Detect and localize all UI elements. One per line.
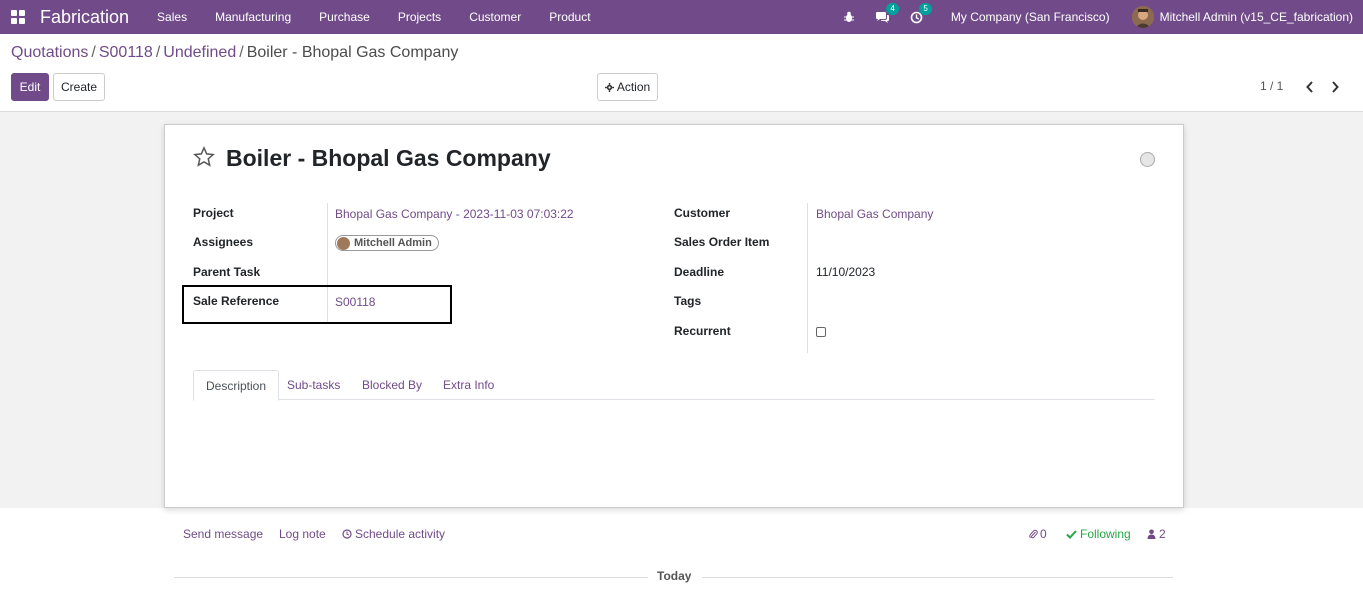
log-note-button[interactable]: Log note [279, 527, 326, 541]
bug-icon[interactable] [843, 11, 855, 23]
customer-label: Customer [674, 206, 731, 220]
user-icon [1147, 529, 1156, 539]
menu-product[interactable]: Product [549, 10, 590, 24]
form-sheet: Boiler - Bhopal Gas Company Project Bhop… [164, 124, 1184, 508]
schedule-activity-label: Schedule activity [355, 527, 446, 541]
assignees-label: Assignees [193, 235, 254, 249]
user-menu[interactable]: Mitchell Admin (v15_CE_fabrication) [1160, 10, 1353, 24]
breadcrumb-current: Boiler - Bhopal Gas Company [246, 44, 459, 61]
breadcrumb: Quotations / S00118/Undefined / Boiler - Bho… [11, 44, 459, 61]
chevron-left-icon[interactable] [1302, 78, 1318, 96]
sales-order-item-label: Sales Order Item [674, 235, 770, 249]
top-navbar: Fabrication Sales Manufacturing Purchase… [0, 0, 1363, 34]
pager-value[interactable]: 1 / 1 [1260, 79, 1283, 93]
tab-blocked-by[interactable]: Blocked By [350, 370, 434, 400]
create-button[interactable]: Create [53, 73, 105, 101]
messages-count-badge: 4 [886, 2, 899, 15]
check-icon [1066, 529, 1077, 539]
assignee-name: Mitchell Admin [354, 237, 432, 249]
menu-manufacturing[interactable]: Manufacturing [215, 10, 291, 24]
tab-description[interactable]: Description [193, 370, 280, 401]
project-field[interactable]: Bhopal Gas Company - 2023-11-03 07:03:22 [335, 207, 574, 221]
breadcrumb-quotations[interactable]: Quotations [11, 44, 88, 61]
company-switcher[interactable]: My Company (San Francisco) [951, 10, 1110, 24]
schedule-activity-button[interactable]: Schedule activity [342, 527, 445, 541]
deadline-field[interactable]: 11/10/2023 [816, 265, 875, 279]
record-title[interactable]: Boiler - Bhopal Gas Company [226, 145, 551, 172]
clock-icon [342, 529, 352, 539]
project-label: Project [193, 206, 234, 220]
attachments-count: 0 [1040, 527, 1047, 541]
assignee-avatar [337, 236, 350, 250]
deadline-label: Deadline [674, 265, 725, 279]
tags-label: Tags [674, 294, 702, 308]
attachments-button[interactable]: 0 [1029, 527, 1047, 541]
activities-count-badge: 5 [919, 2, 932, 15]
today-divider-right [702, 577, 1173, 578]
recurrent-checkbox[interactable] [816, 327, 826, 337]
recurrent-label: Recurrent [674, 324, 731, 338]
followers-button[interactable]: 2 [1147, 527, 1166, 541]
edit-button[interactable]: Edit [11, 73, 49, 101]
apps-icon[interactable] [11, 10, 25, 24]
assignee-tag[interactable]: Mitchell Admin [335, 235, 439, 251]
today-divider-left [174, 577, 648, 578]
tab-sub-tasks[interactable]: Sub-tasks [275, 370, 352, 400]
parent-task-label: Parent Task [193, 265, 261, 279]
customer-field[interactable]: Bhopal Gas Company [816, 207, 933, 221]
menu-projects[interactable]: Projects [398, 10, 441, 24]
sale-reference-highlight [182, 285, 452, 324]
following-button[interactable]: Following [1066, 527, 1131, 541]
app-name[interactable]: Fabrication [40, 7, 129, 28]
chevron-right-icon[interactable] [1327, 78, 1343, 96]
notebook-tabs: Description Sub-tasks Blocked By Extra I… [193, 370, 1155, 401]
right-group-separator [807, 203, 808, 353]
menu-customer[interactable]: Customer [469, 10, 521, 24]
followers-count: 2 [1159, 527, 1166, 541]
breadcrumb-order[interactable]: S00118 [99, 44, 153, 61]
action-label: Action [616, 80, 651, 94]
send-message-button[interactable]: Send message [183, 527, 263, 541]
menu-purchase[interactable]: Purchase [319, 10, 370, 24]
tab-extra-info[interactable]: Extra Info [431, 370, 506, 400]
clock-icon[interactable]: 5 [910, 2, 932, 24]
paperclip-icon [1029, 529, 1038, 538]
gear-icon [604, 82, 614, 92]
action-button[interactable]: Action [597, 73, 658, 101]
kanban-state-indicator[interactable] [1140, 152, 1155, 167]
breadcrumb-undefined[interactable]: Undefined [163, 44, 236, 61]
chat-icon[interactable]: 4 [875, 2, 899, 24]
star-icon[interactable] [193, 146, 215, 171]
today-separator: Today [657, 569, 692, 583]
navbar-systray: 4 5 My Company (San Francisco) Mitchell … [833, 0, 1363, 34]
following-label: Following [1080, 527, 1131, 541]
user-avatar[interactable] [1131, 6, 1154, 28]
menu-sales[interactable]: Sales [157, 10, 187, 24]
